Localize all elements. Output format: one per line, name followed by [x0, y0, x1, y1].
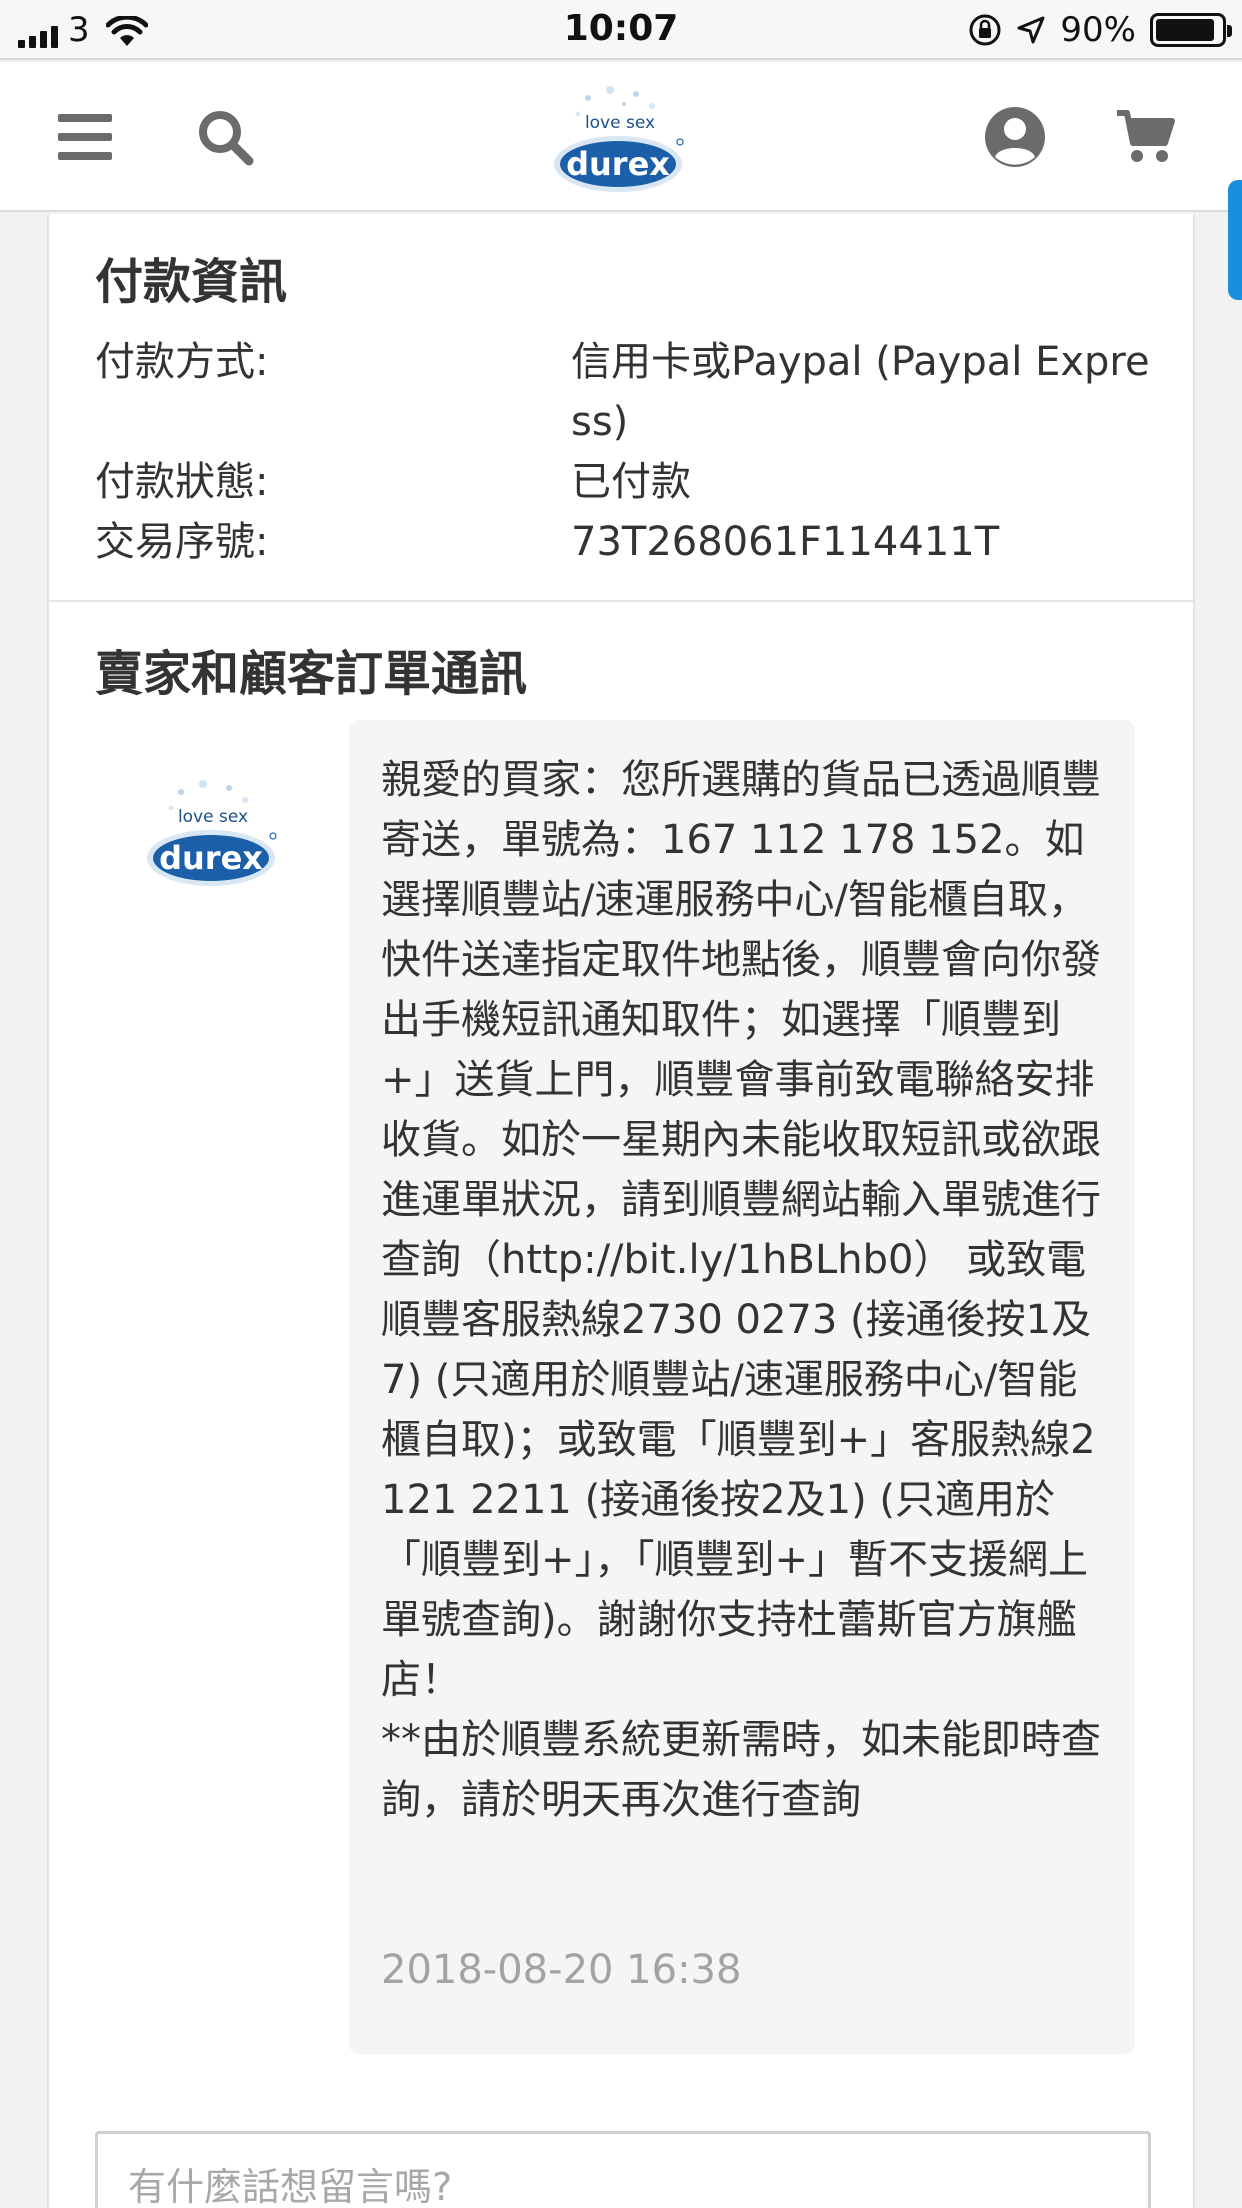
location-arrow-icon — [1017, 16, 1045, 44]
battery-fill — [1156, 19, 1214, 41]
search-icon — [199, 111, 254, 166]
avatar-top-text: love sex — [178, 807, 248, 827]
messages-section-title: 賣家和顧客訂單通訊 — [95, 646, 528, 702]
comment-box — [95, 2131, 1151, 2208]
menu-button[interactable] — [50, 102, 120, 172]
message-bubble: 親愛的買家：您所選購的貨品已透過順豐寄送，單號為：167 112 178 152… — [349, 720, 1135, 2054]
cart-button[interactable] — [1110, 102, 1180, 172]
search-button[interactable] — [190, 102, 260, 172]
logo-brand-text: durex — [566, 145, 670, 183]
durex-logo: love sex durex — [554, 86, 684, 192]
logo-top-text: love sex — [585, 113, 655, 133]
status-bar: 3 10:07 90% — [0, 0, 1242, 60]
account-button[interactable] — [980, 102, 1050, 172]
section-divider — [49, 600, 1193, 602]
menu-icon — [58, 114, 112, 160]
message-text: 親愛的買家：您所選購的貨品已透過順豐寄送，單號為：167 112 178 152… — [381, 757, 1101, 1823]
cart-icon — [1117, 110, 1175, 162]
transaction-id-value: 73T268061F114411T — [571, 519, 1000, 565]
transaction-id-label: 交易序號: — [95, 519, 269, 565]
battery-icon — [1150, 13, 1232, 47]
payment-method-label: 付款方式: — [95, 339, 269, 385]
status-right: 90% — [968, 10, 1232, 50]
comment-input[interactable] — [98, 2134, 1148, 2208]
payment-section-title: 付款資訊 — [95, 254, 288, 310]
message-timestamp: 2018-08-20 16:38 — [381, 1947, 742, 1993]
brand-logo[interactable]: love sex durex — [548, 80, 688, 200]
account-icon — [985, 107, 1045, 167]
battery-percent: 90% — [1060, 10, 1136, 50]
app-header: love sex durex — [0, 62, 1242, 212]
payment-status-value: 已付款 — [571, 459, 691, 505]
avatar-brand-text: durex — [159, 839, 263, 877]
payment-method-value: 信用卡或Paypal (Paypal Express) — [571, 339, 1150, 445]
durex-avatar-logo: love sex durex — [147, 780, 277, 886]
seller-avatar: love sex durex — [141, 774, 281, 894]
payment-status-label: 付款狀態: — [95, 459, 269, 505]
side-scroll-tab[interactable] — [1228, 180, 1242, 300]
orientation-lock-icon — [969, 14, 1001, 46]
order-detail-card: 付款資訊 付款方式: 信用卡或Paypal (Paypal Express) 付… — [47, 214, 1195, 2208]
